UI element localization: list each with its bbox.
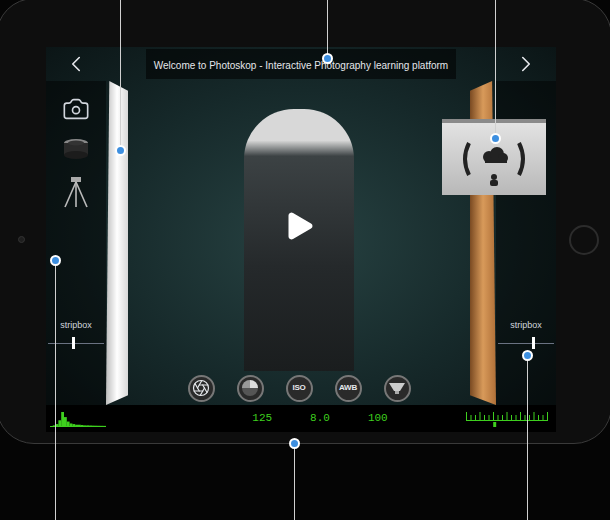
light-slider[interactable] xyxy=(498,337,554,349)
front-camera xyxy=(18,236,25,243)
setting-label: AWB xyxy=(339,384,357,392)
aperture-button[interactable] xyxy=(188,375,215,402)
tablet-bezel-left xyxy=(0,47,46,432)
slider-track xyxy=(498,343,554,344)
slider-handle[interactable] xyxy=(532,337,535,349)
callout-dot[interactable] xyxy=(522,350,533,361)
setting-button[interactable]: ISO xyxy=(286,375,313,402)
softbox-icon xyxy=(388,381,406,395)
reading: 125 xyxy=(252,410,272,427)
flash-button[interactable] xyxy=(384,375,411,402)
left-stripbox[interactable] xyxy=(106,81,128,405)
next-icon[interactable] xyxy=(513,51,539,77)
home-button[interactable] xyxy=(569,225,599,255)
stage: ISO AWB xyxy=(128,81,470,405)
callout-line xyxy=(527,355,528,520)
title-bar: Welcome to Photoskop - Interactive Photo… xyxy=(146,49,456,79)
tablet-frame: Welcome to Photoskop - Interactive Photo… xyxy=(0,0,610,444)
callout-line xyxy=(55,260,56,520)
settings-row: ISO AWB xyxy=(128,371,470,405)
callout-line xyxy=(294,443,295,520)
aperture-icon xyxy=(192,379,210,397)
right-light-control: stripbox xyxy=(496,319,556,349)
stripbox-label: stripbox xyxy=(510,319,542,331)
shutter-icon xyxy=(241,379,259,397)
callout-dot[interactable] xyxy=(490,133,501,144)
app-screen: Welcome to Photoskop - Interactive Photo… xyxy=(46,47,556,432)
exposure-meter xyxy=(464,410,552,428)
callout-line xyxy=(120,0,121,150)
callout-dot[interactable] xyxy=(289,438,300,449)
top-bar: Welcome to Photoskop - Interactive Photo… xyxy=(46,47,556,81)
lens-icon[interactable] xyxy=(62,137,90,161)
reading: 100 xyxy=(368,410,388,427)
setting-label: ISO xyxy=(292,384,305,392)
slider-track xyxy=(48,343,104,344)
callout-dot[interactable] xyxy=(322,53,333,64)
light-slider[interactable] xyxy=(48,337,104,349)
stripbox-label: stripbox xyxy=(60,319,92,331)
readings: 125 8.0 100 xyxy=(252,410,387,427)
camera-icon[interactable] xyxy=(62,95,90,123)
play-icon[interactable] xyxy=(281,208,317,244)
setting-button[interactable]: AWB xyxy=(335,375,362,402)
callout-dot[interactable] xyxy=(115,145,126,156)
tripod-icon[interactable] xyxy=(62,175,90,209)
tablet-bezel-right xyxy=(556,47,610,432)
slider-handle[interactable] xyxy=(72,337,75,349)
previous-icon[interactable] xyxy=(63,51,89,77)
light-position-panel[interactable] xyxy=(442,119,546,195)
shutter-button[interactable] xyxy=(237,375,264,402)
histogram-chart xyxy=(50,411,106,427)
reading: 8.0 xyxy=(310,410,330,427)
screen-title: Welcome to Photoskop - Interactive Photo… xyxy=(154,60,448,71)
callout-line xyxy=(327,0,328,58)
bottom-bar: 125 8.0 100 xyxy=(46,405,556,432)
page: Welcome to Photoskop - Interactive Photo… xyxy=(0,0,610,520)
model-photo xyxy=(244,109,354,371)
callout-dot[interactable] xyxy=(50,255,61,266)
callout-line xyxy=(495,0,496,138)
